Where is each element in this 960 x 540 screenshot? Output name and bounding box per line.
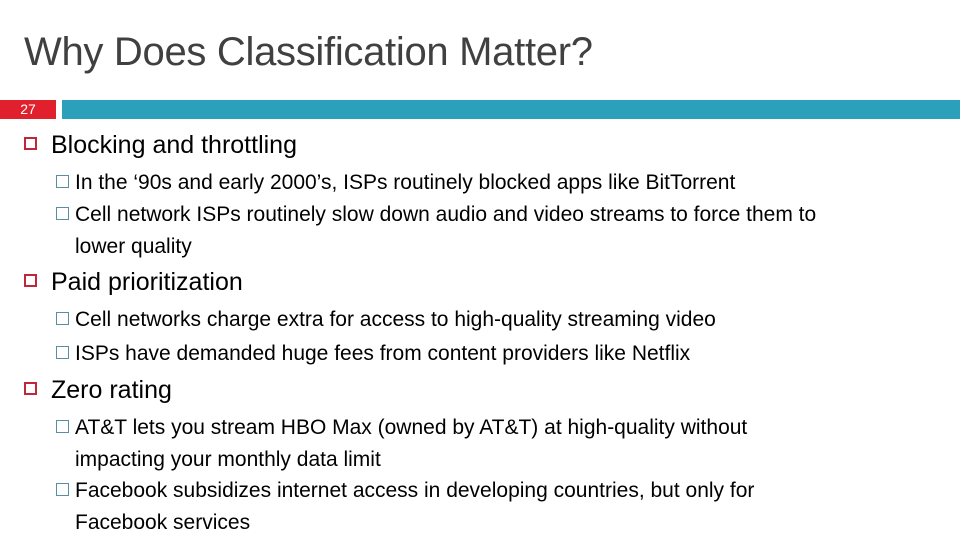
bullet-text: Blocking and throttling: [51, 131, 297, 159]
bullet-text: Paid prioritization: [51, 268, 243, 296]
sub-bullet-text: In the ‘90s and early 2000’s, ISPs routi…: [75, 171, 736, 194]
square-bullet-icon: [24, 273, 37, 287]
sub-bullet-text-continued: Facebook services: [75, 511, 251, 534]
sub-bullet: Cell networks charge extra for access to…: [56, 304, 716, 336]
square-bullet-icon: [24, 136, 37, 150]
square-bullet-icon: [56, 419, 69, 433]
sub-bullet-text: Cell networks charge extra for access to…: [75, 308, 716, 331]
sub-bullet-text-continued: lower quality: [75, 235, 192, 258]
square-bullet-icon: [56, 345, 69, 359]
square-bullet-icon: [24, 381, 37, 395]
slide-title: Why Does Classification Matter?: [24, 30, 593, 74]
slide-number: 27: [0, 100, 56, 119]
square-bullet-icon: [56, 206, 69, 220]
accent-bar: [62, 100, 960, 119]
sub-bullet-text: Facebook subsidizes internet access in d…: [75, 479, 755, 502]
square-bullet-icon: [56, 174, 69, 188]
sub-bullet-text: ISPs have demanded huge fees from conten…: [75, 342, 691, 365]
sub-bullet: ISPs have demanded huge fees from conten…: [56, 338, 690, 370]
sub-bullet-text: Cell network ISPs routinely slow down au…: [75, 203, 817, 226]
square-bullet-icon: [56, 311, 69, 325]
bullet-zero-rating: Zero rating: [24, 376, 172, 405]
bullet-paid-prioritization: Paid prioritization: [24, 268, 243, 297]
sub-bullet: AT&T lets you stream HBO Max (owned by A…: [56, 412, 747, 476]
bullet-text: Zero rating: [51, 376, 172, 404]
bullet-blocking-throttling: Blocking and throttling: [24, 131, 297, 160]
square-bullet-icon: [56, 482, 69, 496]
sub-bullet-text-continued: impacting your monthly data limit: [75, 448, 381, 471]
sub-bullet: In the ‘90s and early 2000’s, ISPs routi…: [56, 167, 735, 199]
sub-bullet: Facebook subsidizes internet access in d…: [56, 475, 754, 539]
sub-bullet: Cell network ISPs routinely slow down au…: [56, 199, 816, 263]
sub-bullet-text: AT&T lets you stream HBO Max (owned by A…: [75, 416, 748, 439]
